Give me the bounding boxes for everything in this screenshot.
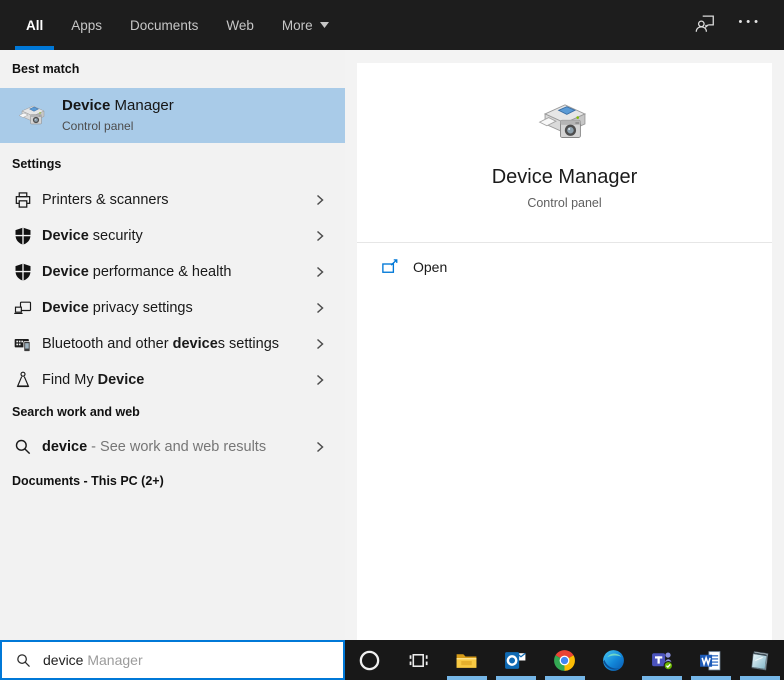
file-explorer-icon [457, 653, 477, 668]
preview-title: Device Manager [491, 166, 638, 188]
open-external-icon [382, 259, 398, 273]
devices-icon [12, 298, 33, 319]
tab-documents-label: Documents [130, 17, 199, 33]
notepad-icon [751, 650, 769, 670]
result-item-web-search[interactable]: device - See work and web results [0, 429, 345, 465]
result-label: Printers & scanners [42, 192, 169, 208]
shield-icon [12, 262, 33, 283]
result-item-bluetooth-devices-settings[interactable]: Bluetooth and other devices settings [0, 326, 345, 362]
search-typed-text: device [43, 652, 84, 668]
teams-icon [651, 651, 673, 670]
cortana-icon [359, 650, 380, 670]
tab-all[interactable]: All [12, 0, 57, 50]
result-item-device-performance-health[interactable]: Device performance & health [0, 254, 345, 290]
tab-web-label: Web [226, 17, 254, 33]
outlook-icon [505, 651, 527, 669]
chevron-right-icon [316, 302, 324, 314]
notepad-button[interactable] [735, 640, 784, 680]
result-label: Find My Device [42, 372, 145, 388]
preview-subtitle: Control panel [527, 196, 602, 210]
chevron-right-icon [316, 338, 324, 350]
search-icon [12, 437, 33, 458]
running-indicator [446, 676, 487, 680]
search-input[interactable]: device Manager [0, 640, 345, 680]
chevron-right-icon [316, 230, 324, 242]
section-header-settings: Settings [12, 157, 62, 171]
running-indicator [642, 676, 683, 680]
tab-apps[interactable]: Apps [57, 0, 116, 50]
taskbar [345, 640, 784, 680]
chevron-right-icon [316, 374, 324, 386]
chrome-icon [554, 649, 575, 671]
web-search-label: device - See work and web results [42, 439, 267, 455]
chevron-down-icon [319, 22, 329, 28]
running-indicator [544, 676, 585, 680]
edge-button[interactable] [589, 640, 638, 680]
tab-more[interactable]: More [268, 0, 343, 50]
chevron-right-icon [316, 441, 324, 453]
best-match-item-device-manager[interactable]: Device Manager Control panel [0, 88, 345, 143]
tab-more-label: More [281, 17, 313, 33]
task-view-button[interactable] [394, 640, 443, 680]
device-manager-icon [18, 105, 45, 124]
tab-web[interactable]: Web [212, 0, 268, 50]
keyboard-phone-icon [12, 334, 33, 355]
running-indicator [739, 676, 780, 680]
printer-icon [12, 190, 33, 211]
person-pin-icon [12, 370, 33, 391]
chevron-right-icon [316, 266, 324, 278]
result-label: Device security [42, 228, 143, 244]
windows-search-panel: All Apps Documents Web More ••• Best mat… [0, 0, 784, 680]
chrome-button[interactable] [540, 640, 589, 680]
running-indicator [690, 676, 731, 680]
result-label: Device performance & health [42, 264, 232, 280]
running-indicator [495, 676, 536, 680]
search-suggestion-text: Manager [83, 652, 143, 668]
device-manager-icon-large [538, 104, 585, 138]
search-filter-bar: All Apps Documents Web More ••• [0, 0, 784, 50]
ellipsis-menu-button[interactable]: ••• [738, 16, 762, 34]
edge-icon [602, 649, 624, 671]
result-item-device-privacy-settings[interactable]: Device privacy settings [0, 290, 345, 326]
result-item-printers-scanners[interactable]: Printers & scanners [0, 182, 345, 218]
search-results-panel: Best match Device Manager Control panel … [0, 50, 345, 640]
result-label: Bluetooth and other devices settings [42, 336, 280, 352]
open-button[interactable]: Open [357, 243, 772, 291]
teams-button[interactable] [638, 640, 687, 680]
section-header-documents: Documents - This PC (2+) [12, 474, 164, 488]
task-view-icon [409, 653, 428, 667]
section-header-best-match: Best match [12, 62, 80, 76]
result-label: Device privacy settings [42, 300, 193, 316]
user-account-icon [696, 14, 715, 32]
section-header-search-work-web: Search work and web [12, 405, 140, 419]
tab-all-label: All [26, 17, 44, 33]
chevron-right-icon [316, 194, 324, 206]
best-match-subtitle: Control panel [62, 119, 134, 133]
user-account-button[interactable] [694, 12, 716, 39]
search-icon [17, 653, 30, 667]
result-item-find-my-device[interactable]: Find My Device [0, 362, 345, 398]
word-button[interactable] [686, 640, 735, 680]
file-explorer-button[interactable] [443, 640, 492, 680]
shield-icon [12, 226, 33, 247]
tab-apps-label: Apps [71, 17, 103, 33]
cortana-button[interactable] [345, 640, 394, 680]
best-match-title: Device Manager [62, 97, 174, 114]
outlook-button[interactable] [491, 640, 540, 680]
result-item-device-security[interactable]: Device security [0, 218, 345, 254]
open-button-label: Open [413, 259, 448, 275]
preview-card: Device Manager Control panel Open [357, 63, 772, 640]
preview-panel: Device Manager Control panel Open [345, 50, 784, 640]
tab-documents[interactable]: Documents [116, 0, 212, 50]
word-icon [700, 650, 721, 670]
filter-tabs: All Apps Documents Web More [0, 0, 343, 50]
